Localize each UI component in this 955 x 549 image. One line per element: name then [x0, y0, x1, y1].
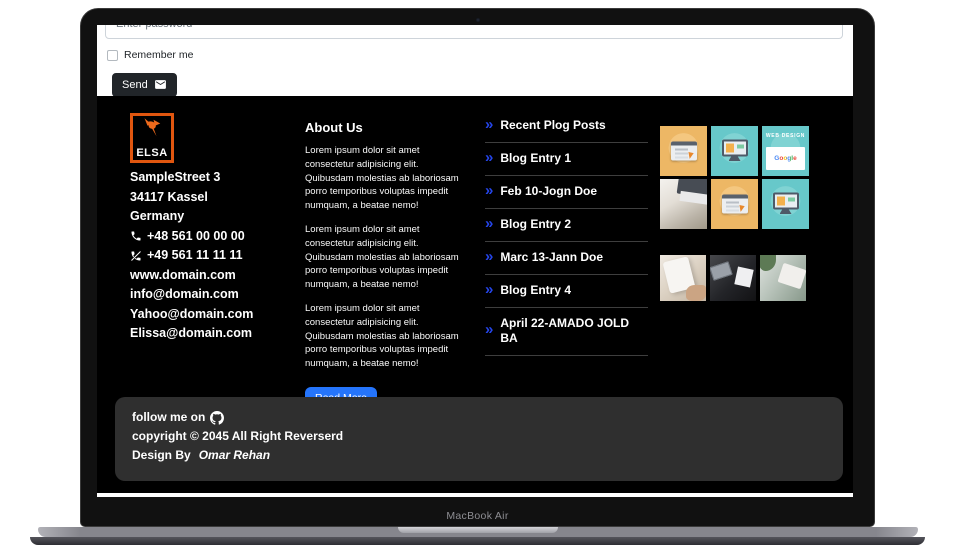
phone-icon: [130, 230, 142, 242]
gallery-thumb-workspace-photo[interactable]: [660, 179, 707, 229]
envelope-icon: [154, 78, 167, 91]
elsa-logo[interactable]: ELSA: [130, 113, 174, 163]
recent-posts-title-label: Recent Plog Posts: [500, 118, 606, 132]
macbook-mockup: Remember me Send: [0, 0, 955, 549]
blog-post-item[interactable]: » Blog Entry 4: [485, 275, 648, 308]
contact-column: ELSA SampleStreet 3 34117 Kassel Germany…: [130, 113, 302, 344]
blog-post-item[interactable]: » Feb 10-Jogn Doe: [485, 176, 648, 209]
double-chevron-icon: »: [485, 214, 494, 232]
base-notch: [398, 527, 558, 533]
about-paragraph: Lorem ipsum dolor sit amet consectetur a…: [305, 145, 459, 212]
laptop-base-bottom: [30, 537, 925, 545]
gallery-thumb-dark-desk-photo[interactable]: [710, 255, 756, 301]
google-card: Google: [766, 147, 805, 170]
web-design-label: WEB DESIGN: [765, 133, 806, 139]
phone-row: +48 561 00 00 00: [130, 227, 302, 247]
laptop-base: [38, 527, 918, 537]
phone-row: +49 561 11 11 11: [130, 246, 302, 266]
send-label: Send: [122, 78, 148, 91]
blog-post-label: Blog Entry 1: [500, 151, 572, 165]
about-title: About Us: [305, 120, 363, 135]
contact-form-section: Remember me Send: [97, 25, 853, 97]
gallery-photo-row: [660, 255, 810, 301]
gallery-thumb-web-design-card[interactable]: WEB DESIGN Google: [762, 126, 809, 176]
double-chevron-icon: »: [485, 181, 494, 199]
gallery-grid: WEB DESIGN Google: [660, 126, 810, 229]
blog-post-item[interactable]: » Blog Entry 1: [485, 143, 648, 176]
blog-post-label: Blog Entry 2: [500, 217, 572, 231]
bird-icon: [140, 116, 164, 147]
about-paragraph: Lorem ipsum dolor sit amet consectetur a…: [305, 223, 459, 291]
follow-text: follow me on: [132, 410, 206, 424]
design-by-text: Design By: [132, 448, 191, 462]
phone-number: +49 561 11 11 11: [147, 248, 243, 262]
blog-post-label: April 22-AMADO JOLD BA: [500, 316, 630, 345]
remember-checkbox[interactable]: [107, 49, 118, 61]
password-input[interactable]: [105, 25, 843, 39]
address-line: 34117 Kassel: [130, 189, 208, 204]
recent-posts-title: » Recent Plog Posts: [485, 110, 648, 143]
email-link[interactable]: Elissa@domain.com: [130, 324, 302, 344]
email-link[interactable]: info@domain.com: [130, 285, 302, 305]
email-link[interactable]: Yahoo@domain.com: [130, 305, 302, 325]
browser-window-icon: [670, 141, 697, 161]
blog-post-item[interactable]: » April 22-AMADO JOLD BA: [485, 308, 648, 356]
double-chevron-icon: »: [485, 115, 494, 133]
laptop-screen-frame: Remember me Send: [80, 8, 875, 527]
github-icon[interactable]: [210, 410, 225, 425]
double-chevron-icon: »: [485, 280, 494, 298]
designer-name: Omar Rehan: [198, 448, 271, 462]
gallery-thumb-writing-photo[interactable]: [660, 255, 706, 301]
blog-post-item[interactable]: » Blog Entry 2: [485, 209, 648, 242]
send-button[interactable]: Send: [112, 73, 177, 97]
copyright-text: copyright © 2045 All Right Reverserd: [132, 429, 344, 443]
gallery-thumb-browser-orange[interactable]: [660, 126, 707, 176]
monitor-icon: [772, 192, 799, 210]
gallery-thumb-monitor-teal[interactable]: [711, 126, 758, 176]
remember-me-row[interactable]: Remember me: [107, 49, 193, 61]
address-line: SampleStreet 3: [130, 170, 221, 184]
blog-post-item[interactable]: » Marc 13-Jann Doe: [485, 242, 648, 275]
copyright-bar: follow me on copyright © 2045 All Right …: [115, 397, 843, 481]
double-chevron-icon: »: [485, 321, 494, 338]
camera-icon: [475, 18, 480, 22]
monitor-icon: [721, 139, 748, 157]
double-chevron-icon: »: [485, 148, 494, 166]
phone-slash-icon: [130, 250, 142, 262]
recent-posts-list: » Recent Plog Posts » Blog Entry 1 » Feb…: [485, 110, 648, 356]
gallery-thumb-plant-desk-photo[interactable]: [760, 255, 806, 301]
blog-post-label: Marc 13-Jann Doe: [500, 250, 604, 264]
blog-post-label: Feb 10-Jogn Doe: [500, 184, 598, 198]
double-chevron-icon: »: [485, 247, 494, 265]
blog-post-label: Blog Entry 4: [500, 283, 572, 297]
logo-text: ELSA: [136, 147, 168, 159]
browser-window-icon: [721, 194, 748, 214]
device-label: MacBook Air: [446, 510, 509, 522]
gallery-thumb-browser-orange[interactable]: [711, 179, 758, 229]
about-column: About Us Lorem ipsum dolor sit amet cons…: [305, 120, 465, 410]
google-logo: Google: [774, 155, 797, 162]
website-link[interactable]: www.domain.com: [130, 266, 302, 286]
remember-label: Remember me: [124, 49, 194, 61]
gallery-thumb-monitor-teal[interactable]: [762, 179, 809, 229]
page-footer: ELSA SampleStreet 3 34117 Kassel Germany…: [97, 96, 853, 493]
address-line: Germany: [130, 209, 185, 223]
screen-content: Remember me Send: [97, 25, 853, 497]
about-paragraph: Lorem ipsum dolor sit amet consectetur a…: [305, 302, 459, 370]
phone-number: +48 561 00 00 00: [147, 228, 245, 243]
